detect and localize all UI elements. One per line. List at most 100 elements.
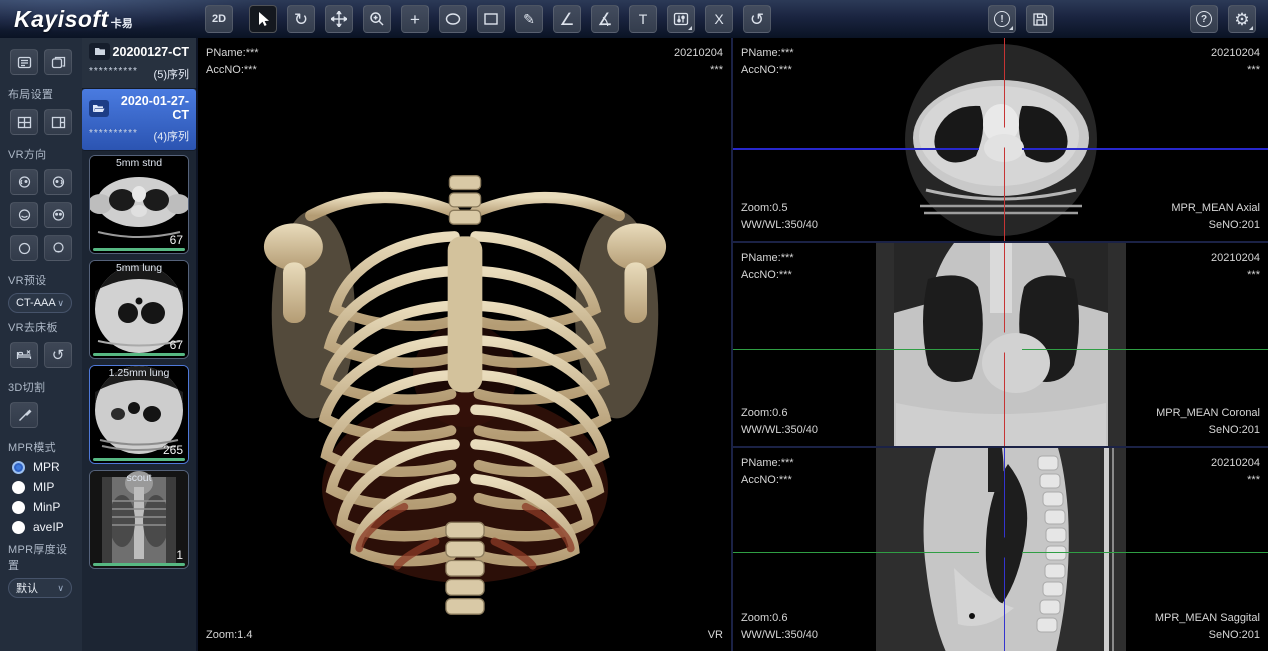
mpr-mode-option-mpr[interactable]: MPR bbox=[0, 457, 82, 477]
report-info-button[interactable]: ! bbox=[988, 5, 1016, 33]
study-item-1[interactable]: 20200127-CT ********** (5)序列 bbox=[82, 38, 196, 89]
layout-split-button[interactable] bbox=[44, 109, 72, 135]
cursor-tool-button[interactable] bbox=[249, 5, 277, 33]
head-back-icon bbox=[17, 208, 32, 223]
head-bottom-icon bbox=[51, 241, 66, 256]
vr-head-right-button[interactable] bbox=[44, 169, 72, 195]
window-level-tool-button[interactable] bbox=[667, 5, 695, 33]
sagittal-crosshair-horizontal[interactable] bbox=[733, 552, 1268, 554]
thumbnail-progress-bar bbox=[93, 248, 185, 251]
cobb-angle-tool-button[interactable]: ∡ bbox=[591, 5, 619, 33]
mpr-mode-option-aveip[interactable]: aveIP bbox=[0, 517, 82, 537]
vr-bed-section-label: VR去床板 bbox=[0, 315, 82, 337]
tool-group-io: ! bbox=[988, 5, 1054, 33]
thumbnail-label: 5mm stnd bbox=[90, 157, 188, 169]
mpr-mode-option-minp[interactable]: MinP bbox=[0, 497, 82, 517]
study-series-count: (4)序列 bbox=[154, 128, 189, 144]
help-icon: ? bbox=[1196, 11, 1212, 27]
rotate-3d-tool-button[interactable]: ↻ bbox=[287, 5, 315, 33]
vr-head-bottom-button[interactable] bbox=[44, 235, 72, 261]
cobb-angle-icon: ∡ bbox=[597, 11, 612, 28]
app-window: Kayisoft 卡易 2D ↻ + bbox=[0, 0, 1268, 651]
study-item-2[interactable]: 2020-01-27-CT ********** (4)序列 bbox=[82, 89, 196, 151]
study-row-top: 20200127-CT bbox=[89, 43, 189, 60]
minp-mode-label: MinP bbox=[33, 500, 60, 514]
axial-crosshair-vertical[interactable] bbox=[1004, 38, 1006, 241]
mpr-coronal-viewport[interactable]: PName:*** AccNO:*** 20210204 *** Zoom:0.… bbox=[733, 243, 1268, 448]
cursor-icon bbox=[255, 11, 271, 27]
thumbnail-image-count: 1 bbox=[176, 548, 183, 562]
main-area: 布局设置 VR方向 bbox=[0, 38, 1268, 651]
mpr-sagittal-viewport[interactable]: PName:*** AccNO:*** 20210204 *** Zoom:0.… bbox=[733, 448, 1268, 651]
radio-icon bbox=[12, 501, 25, 514]
thumbnail-label: 5mm lung bbox=[90, 262, 188, 274]
rectangle-tool-button[interactable] bbox=[477, 5, 505, 33]
vr-head-front-button[interactable] bbox=[44, 202, 72, 228]
bed-icon bbox=[16, 349, 32, 362]
sagittal-study-overlay: 20210204 *** bbox=[1211, 455, 1260, 489]
help-button[interactable]: ? bbox=[1190, 5, 1218, 33]
layout-single-button[interactable] bbox=[10, 49, 38, 75]
scalpel-button[interactable] bbox=[10, 402, 38, 428]
axial-stars: *** bbox=[1211, 62, 1260, 79]
study-patient: ********** bbox=[89, 66, 138, 82]
cut-section-label: 3D切割 bbox=[0, 375, 82, 397]
cut-row bbox=[0, 402, 82, 428]
bed-reset-button[interactable]: ↺ bbox=[44, 342, 72, 368]
settings-button[interactable]: ⚙ bbox=[1228, 5, 1256, 33]
scalpel-icon bbox=[17, 408, 32, 423]
vr-head-top-button[interactable] bbox=[10, 235, 38, 261]
layout-compare-button[interactable] bbox=[44, 49, 72, 75]
head-left-icon bbox=[17, 175, 32, 190]
vr-preset-select[interactable]: CT-AAA ∨ bbox=[8, 293, 72, 313]
mpr-mode-label: MPR bbox=[33, 460, 60, 474]
series-thumbnail-scout[interactable]: scout 1 bbox=[89, 470, 189, 569]
coronal-date: 20210204 bbox=[1211, 250, 1260, 267]
axial-wwwl: WW/WL:350/40 bbox=[741, 217, 818, 234]
thumbnail-label: 1.25mm lung bbox=[90, 367, 188, 379]
crosshair-tool-button[interactable]: + bbox=[401, 5, 429, 33]
window-level-icon bbox=[673, 12, 689, 26]
series-thumbnail-5mm-lung[interactable]: 5mm lung 67 bbox=[89, 260, 189, 359]
head-right-icon bbox=[51, 175, 66, 190]
coronal-crosshair-vertical[interactable] bbox=[1004, 243, 1006, 446]
axial-zoom-overlay: Zoom:0.5 WW/WL:350/40 bbox=[741, 200, 818, 234]
ellipse-tool-button[interactable] bbox=[439, 5, 467, 33]
vr-head-left-button[interactable] bbox=[10, 169, 38, 195]
ruler-tool-button[interactable]: ✎ bbox=[515, 5, 543, 33]
layout-grid-button[interactable] bbox=[10, 109, 38, 135]
axial-ct-image bbox=[886, 40, 1116, 240]
vr-head-back-button[interactable] bbox=[10, 202, 38, 228]
zoom-tool-button[interactable] bbox=[363, 5, 391, 33]
coronal-crosshair-horizontal[interactable] bbox=[733, 349, 1268, 351]
mpr-axial-viewport[interactable]: PName:*** AccNO:*** 20210204 *** Zoom:0.… bbox=[733, 38, 1268, 243]
vr-pname: PName:*** bbox=[206, 45, 259, 62]
study-series-count: (5)序列 bbox=[154, 66, 189, 82]
sagittal-crosshair-vertical[interactable] bbox=[1004, 448, 1006, 651]
series-thumbnail-125mm-lung[interactable]: 1.25mm lung 265 bbox=[89, 365, 189, 464]
mpr-thickness-select[interactable]: 默认 ∨ bbox=[8, 578, 72, 598]
ruler-icon: ✎ bbox=[523, 12, 535, 26]
save-export-button[interactable] bbox=[1026, 5, 1054, 33]
chevron-down-icon: ∨ bbox=[57, 298, 64, 309]
reset-view-button[interactable]: ↺ bbox=[743, 5, 771, 33]
thumbnail-progress-bar bbox=[93, 458, 185, 461]
pan-tool-button[interactable] bbox=[325, 5, 353, 33]
vr-direction-section-label: VR方向 bbox=[0, 142, 82, 164]
vr-stars: *** bbox=[674, 62, 723, 79]
delete-annotation-button[interactable]: X bbox=[705, 5, 733, 33]
mpr-mode-option-mip[interactable]: MIP bbox=[0, 477, 82, 497]
axial-date: 20210204 bbox=[1211, 45, 1260, 62]
vr-viewport[interactable]: PName:*** AccNO:*** 20210204 *** Zoom:1.… bbox=[196, 38, 733, 651]
axial-crosshair-horizontal[interactable] bbox=[733, 148, 1268, 150]
sagittal-zoom-overlay: Zoom:0.6 WW/WL:350/40 bbox=[741, 610, 818, 644]
tool-group-main: 2D ↻ + ✎ bbox=[205, 5, 771, 33]
series-thumbnail-5mm-stnd[interactable]: 5mm stnd 67 bbox=[89, 155, 189, 254]
text-tool-button[interactable]: T bbox=[629, 5, 657, 33]
2d-mode-button[interactable]: 2D bbox=[205, 5, 233, 33]
angle-tool-button[interactable]: ∠ bbox=[553, 5, 581, 33]
coronal-pname: PName:*** bbox=[741, 250, 794, 267]
axial-label: MPR_MEAN Axial bbox=[1171, 200, 1260, 217]
remove-bed-button[interactable] bbox=[10, 342, 38, 368]
thumbnail-image-count: 67 bbox=[170, 338, 183, 352]
